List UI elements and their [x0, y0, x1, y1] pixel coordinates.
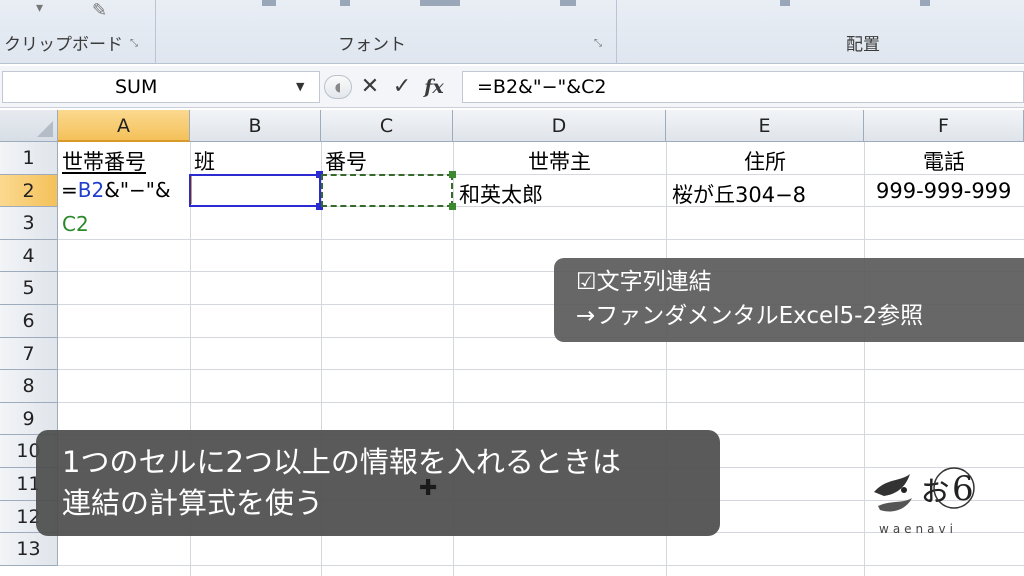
cell-c1[interactable]: 番号: [325, 146, 451, 176]
align-button-stub[interactable]: [920, 0, 930, 6]
ribbon-separator: [616, 0, 617, 64]
column-header-e[interactable]: E: [666, 110, 864, 142]
format-painter-icon[interactable]: ✎: [92, 0, 107, 21]
row-header-13[interactable]: 13: [0, 533, 58, 566]
gridline: [58, 401, 1024, 403]
font-launcher-icon[interactable]: ⤡: [594, 38, 602, 49]
align-button-stub[interactable]: [780, 0, 790, 6]
select-all-button[interactable]: [0, 110, 58, 142]
svg-text:ぉ6: ぉ6: [918, 469, 974, 509]
name-box[interactable]: SUM: [2, 71, 320, 103]
formula-equals: =: [61, 178, 78, 202]
column-header-c[interactable]: C: [321, 110, 453, 142]
column-header-b[interactable]: B: [190, 110, 321, 142]
row-header-8[interactable]: 8: [0, 370, 58, 403]
ref-handle[interactable]: [449, 203, 456, 210]
paste-dropdown-icon[interactable]: ▾: [36, 0, 43, 16]
cell-a2-formula[interactable]: =B2&"−"&: [61, 178, 189, 202]
font-button-stub[interactable]: [560, 0, 576, 6]
row-header-2[interactable]: 2: [0, 174, 58, 208]
gridline: [58, 369, 1024, 371]
clipboard-launcher-icon[interactable]: ⤡: [130, 38, 138, 49]
cell-f1[interactable]: 電話: [864, 146, 1024, 176]
column-header-a[interactable]: A: [58, 110, 190, 142]
formula-bar-splitter-icon[interactable]: ◖: [324, 75, 352, 99]
caption-line-1: 1つのセルに2つ以上の情報を入れるときは: [62, 445, 621, 479]
cell-e2[interactable]: 桜が丘304−8: [672, 179, 862, 209]
cell-e1[interactable]: 住所: [666, 146, 864, 176]
cell-b1[interactable]: 班: [194, 146, 318, 176]
group-label-clipboard: クリップボード: [4, 35, 123, 55]
ref-handle[interactable]: [449, 171, 456, 178]
formula-tools: ◖ ✕ ✓ fx: [324, 71, 460, 103]
column-header-f[interactable]: F: [864, 110, 1024, 142]
caption-box: 1つのセルに2つ以上の情報を入れるときは 連結の計算式を使う: [36, 430, 720, 536]
name-box-dropdown-icon[interactable]: ▼: [296, 80, 304, 93]
reference-border-b2: [189, 174, 321, 207]
ribbon: ▾ ✎ クリップボード ⤡ フォント ⤡ 配置: [0, 0, 1024, 64]
row-header-7[interactable]: 7: [0, 337, 58, 371]
row-header-1[interactable]: 1: [0, 142, 58, 175]
row-header-5[interactable]: 5: [0, 272, 58, 305]
gridline: [58, 564, 1024, 566]
note-title: ☑文字列連結: [576, 269, 712, 295]
cell-d2[interactable]: 和英太郎: [459, 179, 664, 209]
insert-function-icon[interactable]: fx: [420, 73, 448, 101]
font-button-stub[interactable]: [340, 0, 350, 6]
row-header-3[interactable]: 3: [0, 207, 58, 240]
row-header-6[interactable]: 6: [0, 305, 58, 338]
select-all-icon: [37, 121, 53, 137]
caption-line-2: 連結の計算式を使う: [62, 486, 324, 520]
column-header-d[interactable]: D: [453, 110, 666, 142]
group-label-font: フォント: [338, 35, 406, 55]
cell-f2[interactable]: 999-999-999: [876, 179, 1024, 203]
font-button-stub[interactable]: [262, 0, 276, 6]
gridline: [58, 238, 1024, 240]
group-label-alignment: 配置: [846, 35, 880, 55]
cell-a1[interactable]: 世帯番号: [62, 146, 188, 176]
formula-ref-b2: B2: [77, 178, 105, 202]
font-button-stub[interactable]: [420, 0, 460, 6]
reference-border-c2: [321, 174, 453, 207]
ribbon-separator: [155, 0, 156, 64]
formula-bar: SUM ▼ ◖ ✕ ✓ fx =B2&"−"&C2: [0, 66, 1024, 108]
logo-text: waenavi: [879, 522, 957, 536]
cancel-icon[interactable]: ✕: [356, 73, 384, 101]
row-header-4[interactable]: 4: [0, 239, 58, 273]
enter-icon[interactable]: ✓: [388, 73, 416, 101]
cell-cursor-icon: ✚: [419, 476, 438, 501]
cell-d1[interactable]: 世帯主: [453, 146, 666, 176]
formula-overflow-c2: C2: [62, 212, 89, 236]
note-reference: →ファンダメンタルExcel5-2参照: [576, 303, 924, 329]
formula-concat: &"−"&: [104, 178, 171, 202]
formula-input[interactable]: =B2&"−"&C2: [462, 71, 1024, 103]
reference-note: ☑文字列連結 →ファンダメンタルExcel5-2参照: [554, 258, 1024, 342]
